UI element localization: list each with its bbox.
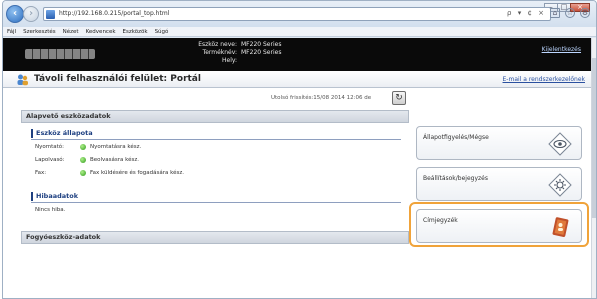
portal-title-bar: Távoli felhasználói felület: Portál E-ma… [3,71,591,88]
scanner-label: Lapolvasó: [35,157,65,163]
email-admin-link[interactable]: E-mail a rendszerkezelőnek [503,76,585,83]
brand-logo [25,49,95,59]
address-book-label: Címjegyzék [423,217,458,224]
status-monitor-label: Állapotfigyelés/Mégse [423,134,489,141]
menu-edit[interactable]: Szerkesztés [23,27,56,36]
status-ok-icon [80,170,86,176]
page-scrollbar[interactable] [591,38,596,298]
title-bar: – □ × ‹ › http://192.168.0.215/portal_to… [3,1,596,27]
back-button[interactable]: ‹ [6,5,24,23]
menu-tools[interactable]: Eszközök [123,27,148,36]
status-monitor-button[interactable]: Állapotfigyelés/Mégse [416,126,582,160]
address-book-button[interactable]: Címjegyzék [416,209,582,243]
fax-label: Fax: [35,170,47,176]
printer-status-row: Nyomtató: Nyomtatásra kész. [35,144,141,150]
basic-info-heading: Alapvető eszközadatok [21,110,409,123]
status-ok-icon [80,144,86,150]
menu-favorites[interactable]: Kedvencek [86,27,116,36]
last-updated-text: Utolsó frissítés:15/08 2014 12:06 de [271,95,372,101]
menu-bar: Fájl Szerkesztés Nézet Kedvencek Eszközö… [3,27,596,37]
location-label: Hely: [221,57,237,64]
scrollbar-thumb[interactable] [592,58,596,218]
forward-button[interactable]: › [23,6,39,22]
consumables-heading: Fogyóeszköz-adatok [21,231,409,244]
divider [31,139,401,140]
fax-status-row: Fax: Fax küldésére és fogadására kész. [35,170,184,176]
device-header: Eszköz neve: MF220 Series Terméknév: MF2… [3,38,591,71]
refresh-icon[interactable]: ↻ [392,91,406,105]
error-info-heading: Hibaadatok [31,192,78,201]
printer-label: Nyomtató: [35,144,64,150]
main-panel: Alapvető eszközadatok Eszköz állapota Ny… [21,110,409,298]
error-text: Nincs hiba. [35,207,66,213]
logout-link[interactable]: Kijelentkezés [542,46,581,53]
settings-gear-icon [548,173,572,197]
settings-registration-label: Beállítások/bejegyzés [423,175,488,182]
browser-window: – □ × ‹ › http://192.168.0.215/portal_to… [2,0,597,299]
scanner-status: Beolvasásra kész. [90,157,140,163]
status-ok-icon [80,157,86,163]
page-title: Távoli felhasználói felület: Portál [34,74,201,84]
toolbar-icons: ⌂ ☆ ⚙ [550,8,590,18]
users-icon [17,74,28,86]
settings-registration-button[interactable]: Beállítások/bejegyzés [416,167,582,201]
device-info: Eszköz neve: MF220 Series Terméknév: MF2… [185,41,281,65]
product-name-value: MF220 Series [241,49,282,56]
home-icon[interactable]: ⌂ [550,8,560,18]
menu-help[interactable]: Súgó [155,27,169,36]
address-book-icon [552,217,569,237]
address-bar[interactable]: http://192.168.0.215/portal_top.html ρ ▾… [43,7,551,21]
divider [31,202,401,203]
menu-view[interactable]: Nézet [63,27,79,36]
scanner-status-row: Lapolvasó: Beolvasásra kész. [35,157,139,163]
printer-status: Nyomtatásra kész. [90,144,142,150]
url-text: http://192.168.0.215/portal_top.html [59,10,170,17]
monitor-eye-icon [548,132,572,156]
device-name-label: Eszköz neve: [198,41,237,48]
fax-status: Fax küldésére és fogadására kész. [90,170,184,176]
site-favicon-icon [46,10,55,19]
device-name-value: MF220 Series [241,41,282,48]
favorites-star-icon[interactable]: ☆ [565,8,575,18]
device-status-heading: Eszköz állapota [31,129,93,138]
web-page: Eszköz neve: MF220 Series Terméknév: MF2… [3,38,596,298]
tools-gear-icon[interactable]: ⚙ [580,8,590,18]
address-search-refresh-icons[interactable]: ρ ▾ ¢ × [507,9,546,17]
menu-file[interactable]: Fájl [7,27,16,36]
product-name-label: Terméknév: [202,49,237,56]
